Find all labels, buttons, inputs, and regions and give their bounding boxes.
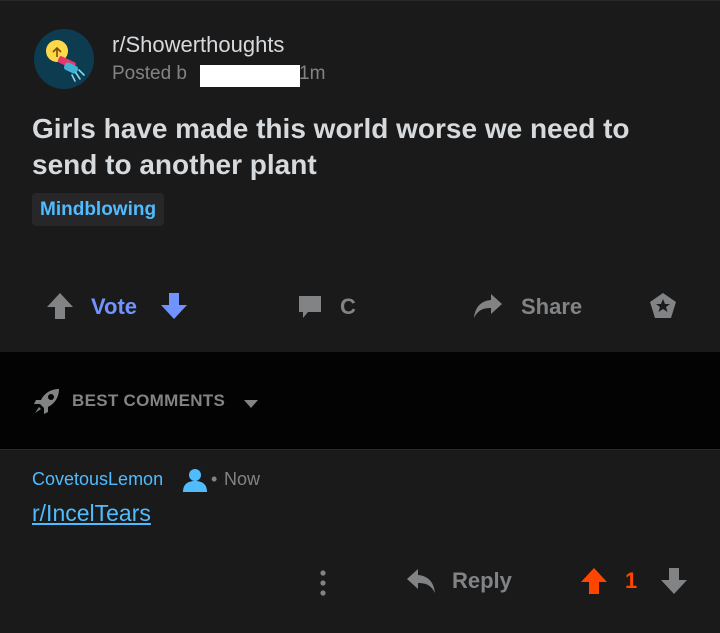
comment-time: Now xyxy=(224,469,261,489)
reply-button-label[interactable]: Reply xyxy=(452,568,512,594)
arrow-down-icon[interactable] xyxy=(160,291,188,326)
rocket-icon xyxy=(32,386,62,421)
speech-bubble-icon[interactable] xyxy=(296,293,324,326)
more-vertical-icon[interactable] xyxy=(318,568,328,603)
comment-score: 1 xyxy=(625,568,638,593)
caret-down-icon[interactable] xyxy=(242,397,260,415)
share-button-label[interactable]: Share xyxy=(521,294,582,320)
post-age: 1m xyxy=(299,63,326,84)
comment-body-link[interactable]: r/IncelTears xyxy=(32,500,151,527)
arrow-up-icon[interactable] xyxy=(46,291,74,326)
comment-sort-bar: BEST COMMENTS xyxy=(0,352,720,449)
subreddit-name[interactable]: r/Showerthoughts xyxy=(112,32,284,58)
post-title[interactable]: Girls have made this world worse we need… xyxy=(32,111,692,183)
award-icon[interactable] xyxy=(648,291,678,326)
arrow-down-icon[interactable] xyxy=(660,566,688,601)
reply-arrow-icon[interactable] xyxy=(405,566,437,601)
showerthoughts-lightbulb-icon xyxy=(34,29,94,89)
vote-label: Vote xyxy=(91,294,138,319)
meta-separator: • xyxy=(211,469,218,489)
username-redaction xyxy=(200,65,300,87)
person-icon xyxy=(182,468,208,497)
comment: CovetousLemon • Now r/IncelTears Reply 1 xyxy=(0,449,720,633)
posted-by-prefix: Posted b xyxy=(112,63,187,84)
comments-button-label[interactable]: C xyxy=(340,294,356,320)
comment-author[interactable]: CovetousLemon xyxy=(32,469,163,490)
arrow-up-icon[interactable] xyxy=(580,566,608,601)
post-card: r/Showerthoughts Posted b 1m Girls have m… xyxy=(0,0,720,353)
post-flair[interactable]: Mindblowing xyxy=(32,193,165,226)
share-arrow-icon[interactable] xyxy=(472,291,504,326)
post-action-bar: Vote C Share xyxy=(0,281,720,333)
subreddit-avatar[interactable] xyxy=(34,29,94,89)
sort-label[interactable]: BEST COMMENTS xyxy=(72,391,225,411)
